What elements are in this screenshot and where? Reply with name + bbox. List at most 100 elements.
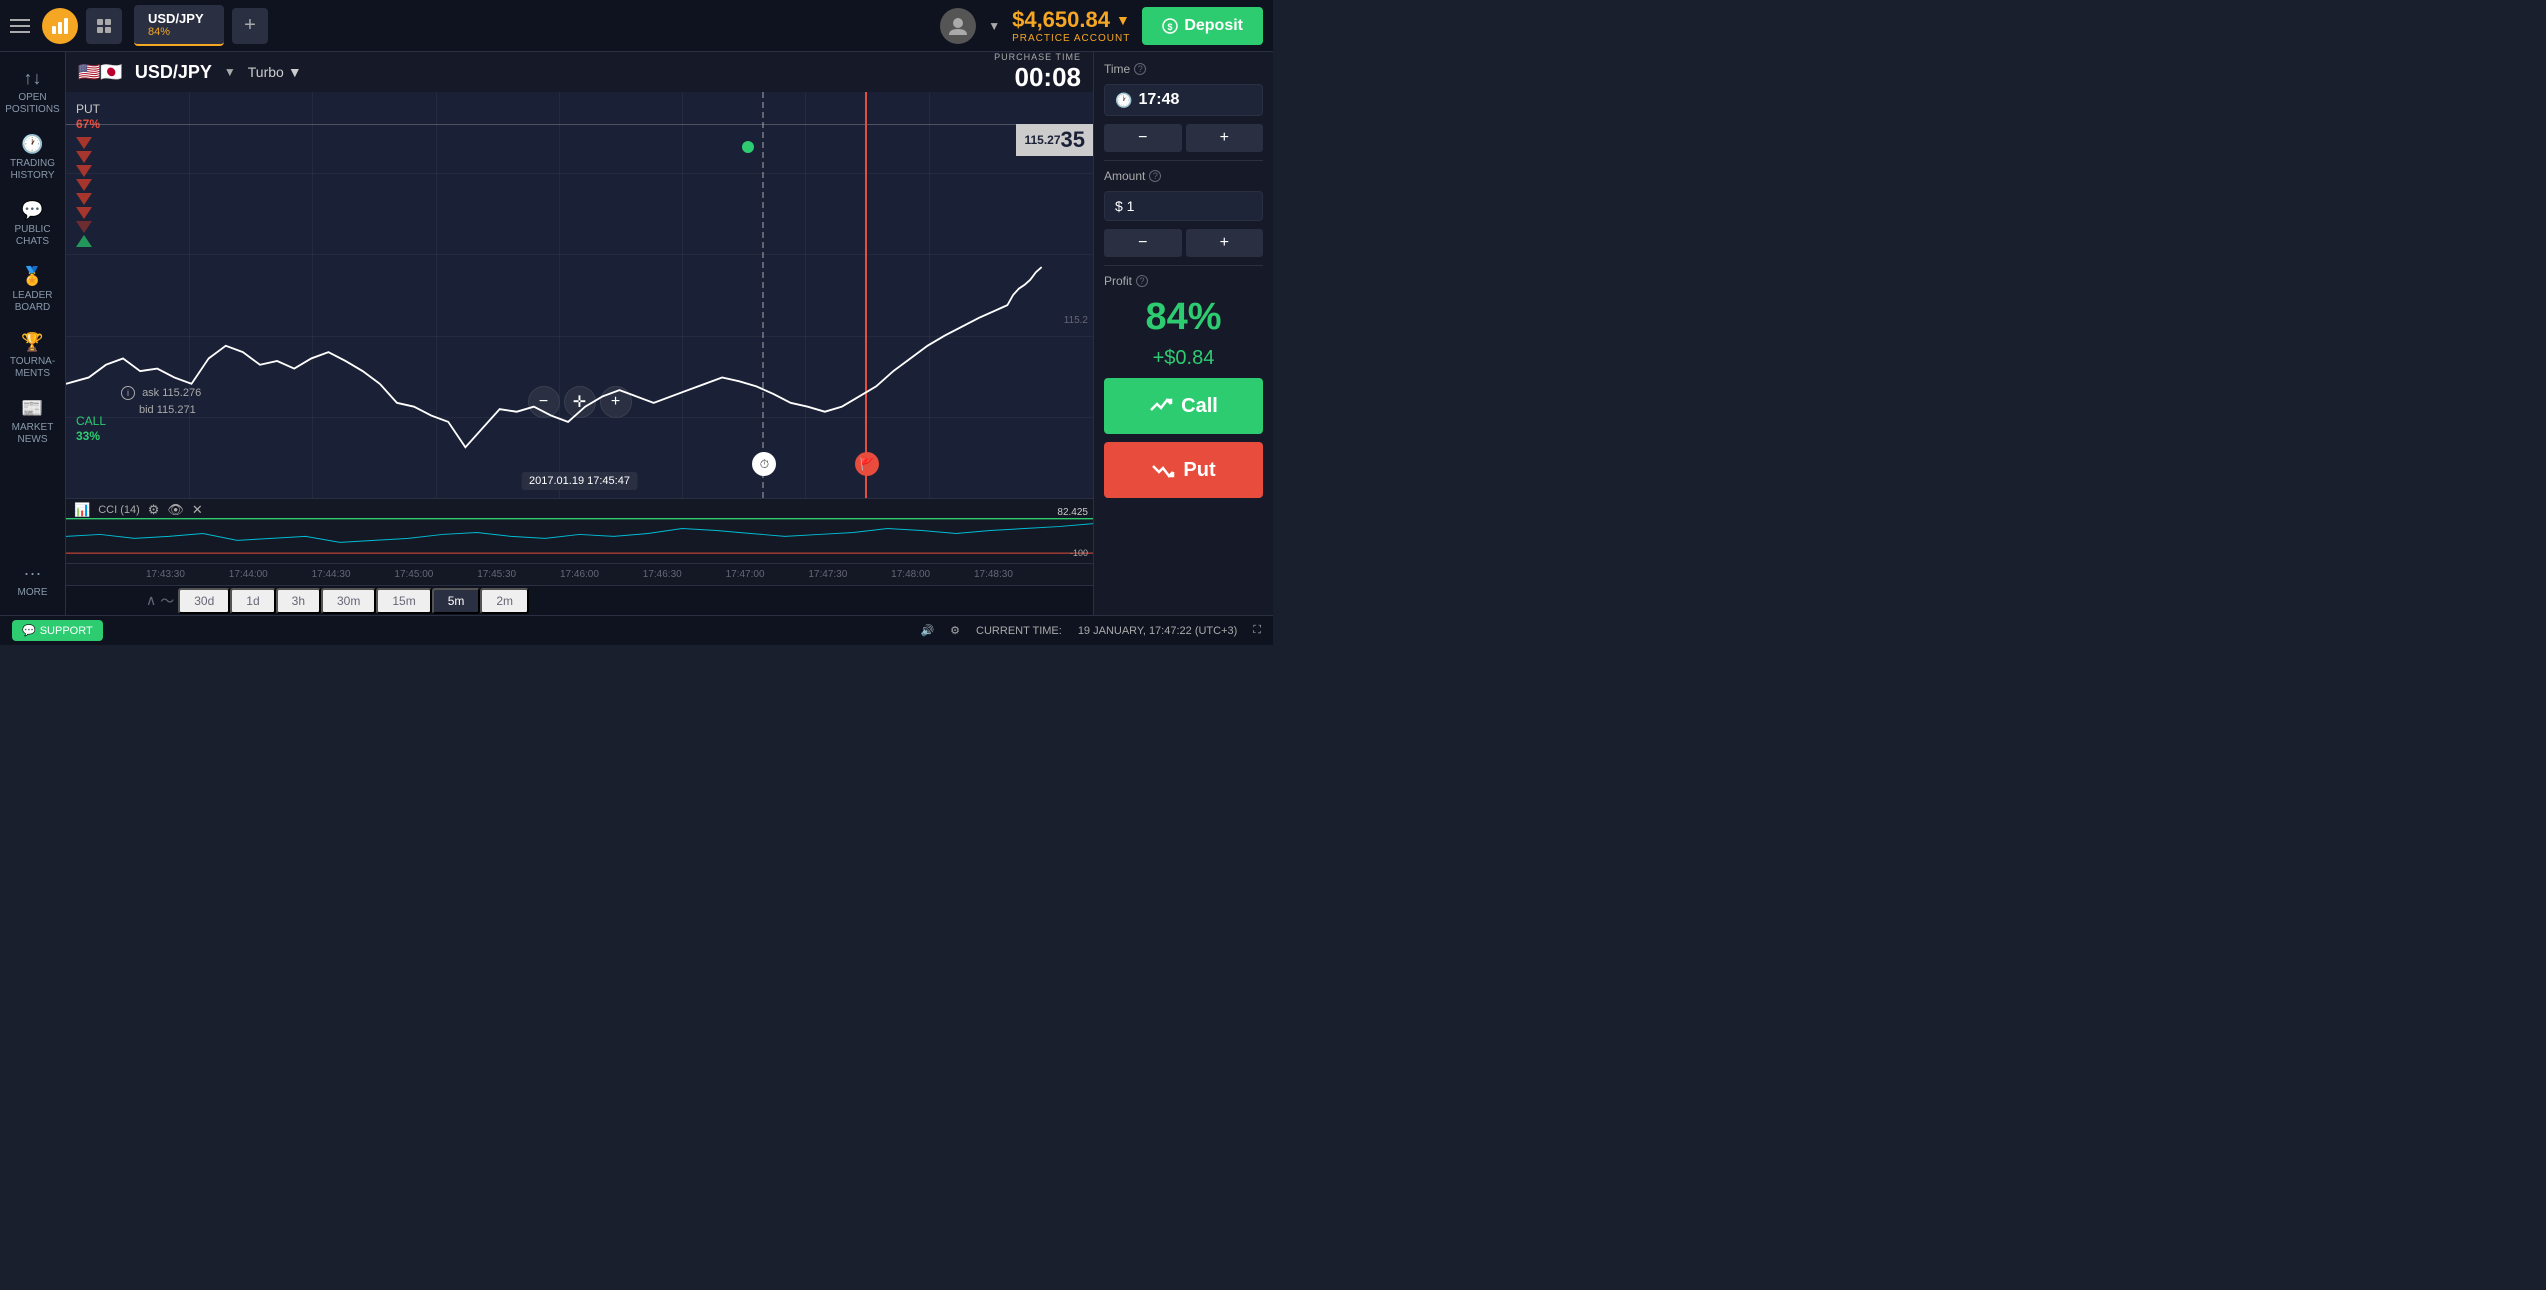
status-right: 🔊 ⚙ CURRENT TIME: 19 JANUARY, 17:47:22 (… (920, 624, 1261, 637)
current-time-value: 19 JANUARY, 17:47:22 (UTC+3) (1078, 625, 1237, 637)
chart-body: PUT 67% CALL 33% 115.27 35 1 (66, 92, 1093, 498)
call-button-label: Call (1181, 395, 1218, 418)
amount-display[interactable]: $ 1 (1104, 191, 1263, 221)
amount-section-label: Amount ? (1104, 169, 1263, 183)
sidebar-label-more: MORE (18, 587, 48, 599)
profit-pct-display: 84% (1104, 296, 1263, 339)
profit-dollar-display: +$0.84 (1104, 347, 1263, 370)
public-chats-icon: 💬 (21, 200, 43, 221)
amount-minus-button[interactable]: − (1104, 229, 1182, 257)
amount-controls: − + (1104, 229, 1263, 257)
sidebar-item-open-positions[interactable]: ↑↓ OPENPOSITIONS (0, 60, 65, 124)
time-tick: 17:46:30 (643, 569, 682, 580)
more-icon: ··· (24, 563, 42, 584)
support-label: SUPPORT (40, 625, 93, 637)
profit-section-label: Profit ? (1104, 274, 1263, 288)
sidebar-item-market-news[interactable]: 📰 MARKETNEWS (0, 390, 65, 454)
sidebar-item-leaderboard[interactable]: 🏅 LEADERBOARD (0, 258, 65, 322)
amount-plus-button[interactable]: + (1186, 229, 1264, 257)
time-value: 17:48 (1138, 91, 1179, 109)
layout-icon[interactable] (86, 8, 122, 44)
dropdown-arrow[interactable]: ▼ (988, 19, 1000, 33)
wave-icon[interactable]: 〜 (160, 591, 174, 611)
sidebar-item-more[interactable]: ··· MORE (0, 555, 65, 607)
pair-name: USD/JPY (148, 11, 210, 26)
app-logo (42, 8, 78, 44)
cci-neg-value: -100 (1070, 548, 1088, 558)
clock-icon: 🕐 (1115, 92, 1132, 109)
time-tick: 17:45:00 (394, 569, 433, 580)
time-section-label: Time ? (1104, 62, 1263, 76)
date-tooltip: 2017.01.19 17:45:47 (521, 472, 638, 490)
countdown-display: 00:08 (994, 62, 1081, 93)
right-panel: Time ? 🕐 17:48 − + Amount ? $ 1 − + Prof… (1093, 52, 1273, 615)
open-positions-icon: ↑↓ (24, 68, 42, 89)
hamburger-menu[interactable] (10, 19, 30, 33)
tf-3h[interactable]: 3h (276, 588, 321, 614)
sidebar-label-leaderboard: LEADERBOARD (12, 290, 52, 314)
tf-15m[interactable]: 15m (376, 588, 431, 614)
nav-right: ▼ $4,650.84 ▼ PRACTICE ACCOUNT $ Deposit (940, 7, 1263, 45)
put-button[interactable]: Put (1104, 442, 1263, 498)
tf-30d[interactable]: 30d (178, 588, 230, 614)
cci-settings-icon[interactable]: ⚙ (148, 502, 160, 518)
pair-tab[interactable]: USD/JPY 84% (134, 5, 224, 46)
chat-icon: 💬 (22, 624, 36, 637)
trade-type-button[interactable]: Turbo ▼ (248, 64, 302, 80)
balance-value: $4,650.84 (1012, 7, 1110, 33)
volume-icon[interactable]: 🔊 (920, 624, 934, 637)
user-avatar[interactable] (940, 8, 976, 44)
cci-close-icon[interactable]: ✕ (192, 502, 203, 518)
purchase-time-label: PURCHASE TIME (994, 52, 1081, 62)
tf-5m[interactable]: 5m (432, 588, 481, 614)
tf-2m[interactable]: 2m (480, 588, 529, 614)
fullscreen-icon[interactable]: ⛶ (1253, 624, 1261, 637)
time-tick: 17:44:00 (229, 569, 268, 580)
time-plus-button[interactable]: + (1186, 124, 1264, 152)
top-nav: USD/JPY 84% + ▼ $4,650.84 ▼ PRACTICE ACC… (0, 0, 1273, 52)
time-tick: 17:48:00 (891, 569, 930, 580)
sidebar-item-public-chats[interactable]: 💬 PUBLICCHATS (0, 192, 65, 256)
tf-30m[interactable]: 30m (321, 588, 376, 614)
chart-pair-title: USD/JPY (135, 62, 212, 83)
balance-area[interactable]: $4,650.84 ▼ PRACTICE ACCOUNT (1012, 7, 1130, 44)
support-button[interactable]: 💬 SUPPORT (12, 620, 103, 641)
deposit-button[interactable]: $ Deposit (1142, 7, 1263, 45)
cci-eye-icon[interactable]: 👁 (167, 502, 184, 518)
time-tick: 17:47:00 (726, 569, 765, 580)
time-tick: 17:44:30 (312, 569, 351, 580)
cci-header: 📊 CCI (14) ⚙ 👁 ✕ (66, 499, 211, 521)
pair-dropdown[interactable]: ▼ (224, 65, 236, 79)
tournaments-icon: 🏆 (21, 332, 43, 353)
market-news-icon: 📰 (21, 398, 43, 419)
main-layout: ↑↓ OPENPOSITIONS 🕐 TRADINGHISTORY 💬 PUBL… (0, 52, 1273, 615)
time-tick: 17:48:30 (974, 569, 1013, 580)
amount-help-icon[interactable]: ? (1149, 170, 1161, 182)
sidebar-item-tournaments[interactable]: 🏆 TOURNA-MENTS (0, 324, 65, 388)
svg-text:$: $ (1168, 22, 1173, 32)
sidebar-item-trading-history[interactable]: 🕐 TRADINGHISTORY (0, 126, 65, 190)
draw-tool-icon[interactable]: ∧ (146, 592, 156, 609)
time-tick: 17:45:30 (477, 569, 516, 580)
time-display: 🕐 17:48 (1104, 84, 1263, 116)
time-help-icon[interactable]: ? (1134, 63, 1146, 75)
purchase-time-area: PURCHASE TIME 00:08 (994, 52, 1081, 93)
add-tab-button[interactable]: + (232, 8, 268, 44)
tf-1d[interactable]: 1d (230, 588, 275, 614)
divider (1104, 160, 1263, 161)
settings-icon[interactable]: ⚙ (950, 624, 960, 637)
time-tick: 17:47:30 (808, 569, 847, 580)
call-button[interactable]: Call (1104, 378, 1263, 434)
status-bar: 💬 SUPPORT 🔊 ⚙ CURRENT TIME: 19 JANUARY, … (0, 615, 1273, 645)
profit-help-icon[interactable]: ? (1136, 275, 1148, 287)
timeframe-bar: ∧ 〜 30d 1d 3h 30m 15m 5m 2m (66, 585, 1093, 615)
put-button-label: Put (1183, 459, 1215, 482)
chart-type-icon[interactable]: 📊 (74, 502, 90, 518)
chart-area: 🇺🇸🇯🇵 USD/JPY ▼ Turbo ▼ PURCHASE TIME 00:… (66, 52, 1093, 615)
divider-2 (1104, 265, 1263, 266)
time-controls: − + (1104, 124, 1263, 152)
sidebar-label-market-news: MARKETNEWS (12, 422, 54, 446)
time-axis: 17:43:30 17:44:00 17:44:30 17:45:00 17:4… (66, 563, 1093, 585)
cci-svg (66, 499, 1093, 563)
time-minus-button[interactable]: − (1104, 124, 1182, 152)
